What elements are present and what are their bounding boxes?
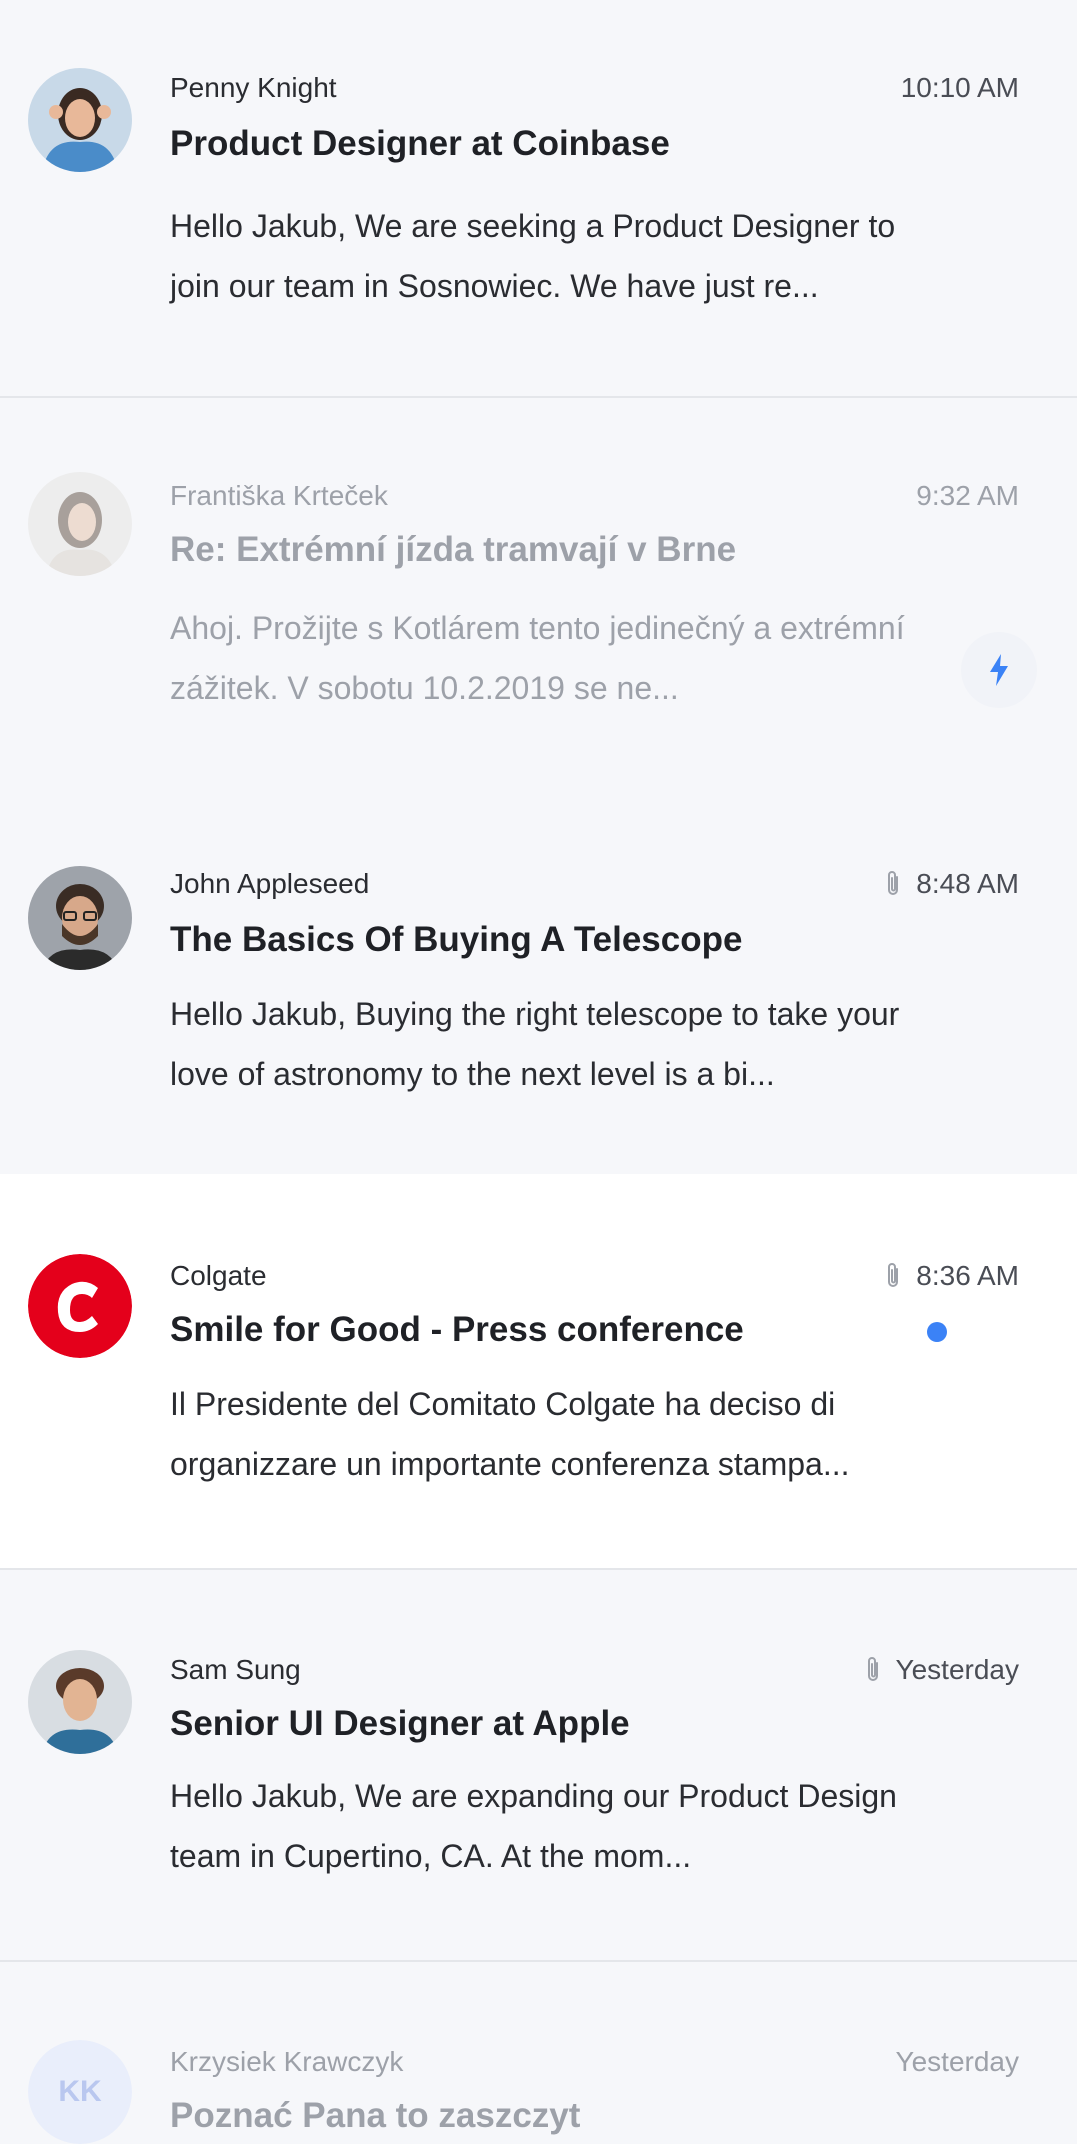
message-item[interactable]: Sam Sung Yesterday Senior UI Designer at…	[0, 1570, 1077, 1962]
preview-text: Hello Jakub, We are expanding our Produc…	[170, 1778, 897, 1874]
timestamp: 8:36 AM	[884, 1260, 1019, 1292]
lightning-icon	[990, 654, 1008, 686]
paperclip-icon	[884, 1261, 902, 1291]
paperclip-icon	[884, 869, 902, 899]
message-item[interactable]: KK Krzysiek Krawczyk Yesterday Poznać Pa…	[0, 1962, 1077, 2144]
subject: The Basics Of Buying A Telescope	[170, 920, 743, 959]
sender-name: Penny Knight	[170, 72, 337, 103]
timestamp: Yesterday	[864, 1654, 1019, 1686]
quick-action-button[interactable]	[961, 632, 1037, 708]
subject: Poznać Pana to zaszczyt	[170, 2096, 581, 2135]
message-item[interactable]: Penny Knight 10:10 AM Product Designer a…	[0, 0, 1077, 398]
subject: Smile for Good - Press conference	[170, 1310, 744, 1349]
sender-name: Colgate	[170, 1260, 267, 1291]
avatar	[28, 472, 132, 576]
colgate-logo-icon	[28, 1254, 132, 1358]
timestamp: 10:10 AM	[900, 72, 1019, 103]
avatar-initials: KK	[28, 2040, 132, 2144]
preview-text: Il Presidente del Comitato Colgate ha de…	[170, 1386, 850, 1482]
paperclip-icon	[864, 1655, 882, 1685]
timestamp: 8:48 AM	[884, 868, 1019, 900]
avatar	[28, 866, 132, 970]
timestamp: 9:32 AM	[916, 480, 1019, 511]
preview-text: Ahoj. Prožijte s Kotlárem tento jedinečn…	[170, 610, 905, 706]
sender-name: Sam Sung	[170, 1654, 301, 1685]
avatar	[28, 1650, 132, 1754]
subject: Re: Extrémní jízda tramvají v Brne	[170, 530, 737, 569]
sender-name: Františka Krteček	[170, 480, 388, 511]
message-item[interactable]: Františka Krteček 9:32 AM Re: Extrémní j…	[0, 398, 1077, 784]
sender-name: John Appleseed	[170, 868, 370, 899]
timestamp: Yesterday	[895, 2046, 1020, 2077]
sender-name: Krzysiek Krawczyk	[170, 2046, 404, 2077]
preview-text: Hello Jakub, We are seeking a Product De…	[170, 208, 896, 304]
message-item[interactable]: Colgate 8:36 AM Smile for Good - Press c…	[0, 1174, 1077, 1570]
avatar	[28, 1254, 132, 1358]
unread-dot	[927, 1322, 947, 1342]
subject: Product Designer at Coinbase	[170, 124, 670, 163]
preview-text: Hello Jakub, Buying the right telescope …	[170, 996, 900, 1092]
avatar	[28, 68, 132, 172]
avatar: KK	[28, 2040, 132, 2144]
message-list: Penny Knight 10:10 AM Product Designer a…	[0, 0, 1077, 2144]
subject: Senior UI Designer at Apple	[170, 1704, 630, 1743]
message-item[interactable]: John Appleseed 8:48 AM The Basics Of Buy…	[0, 784, 1077, 1174]
